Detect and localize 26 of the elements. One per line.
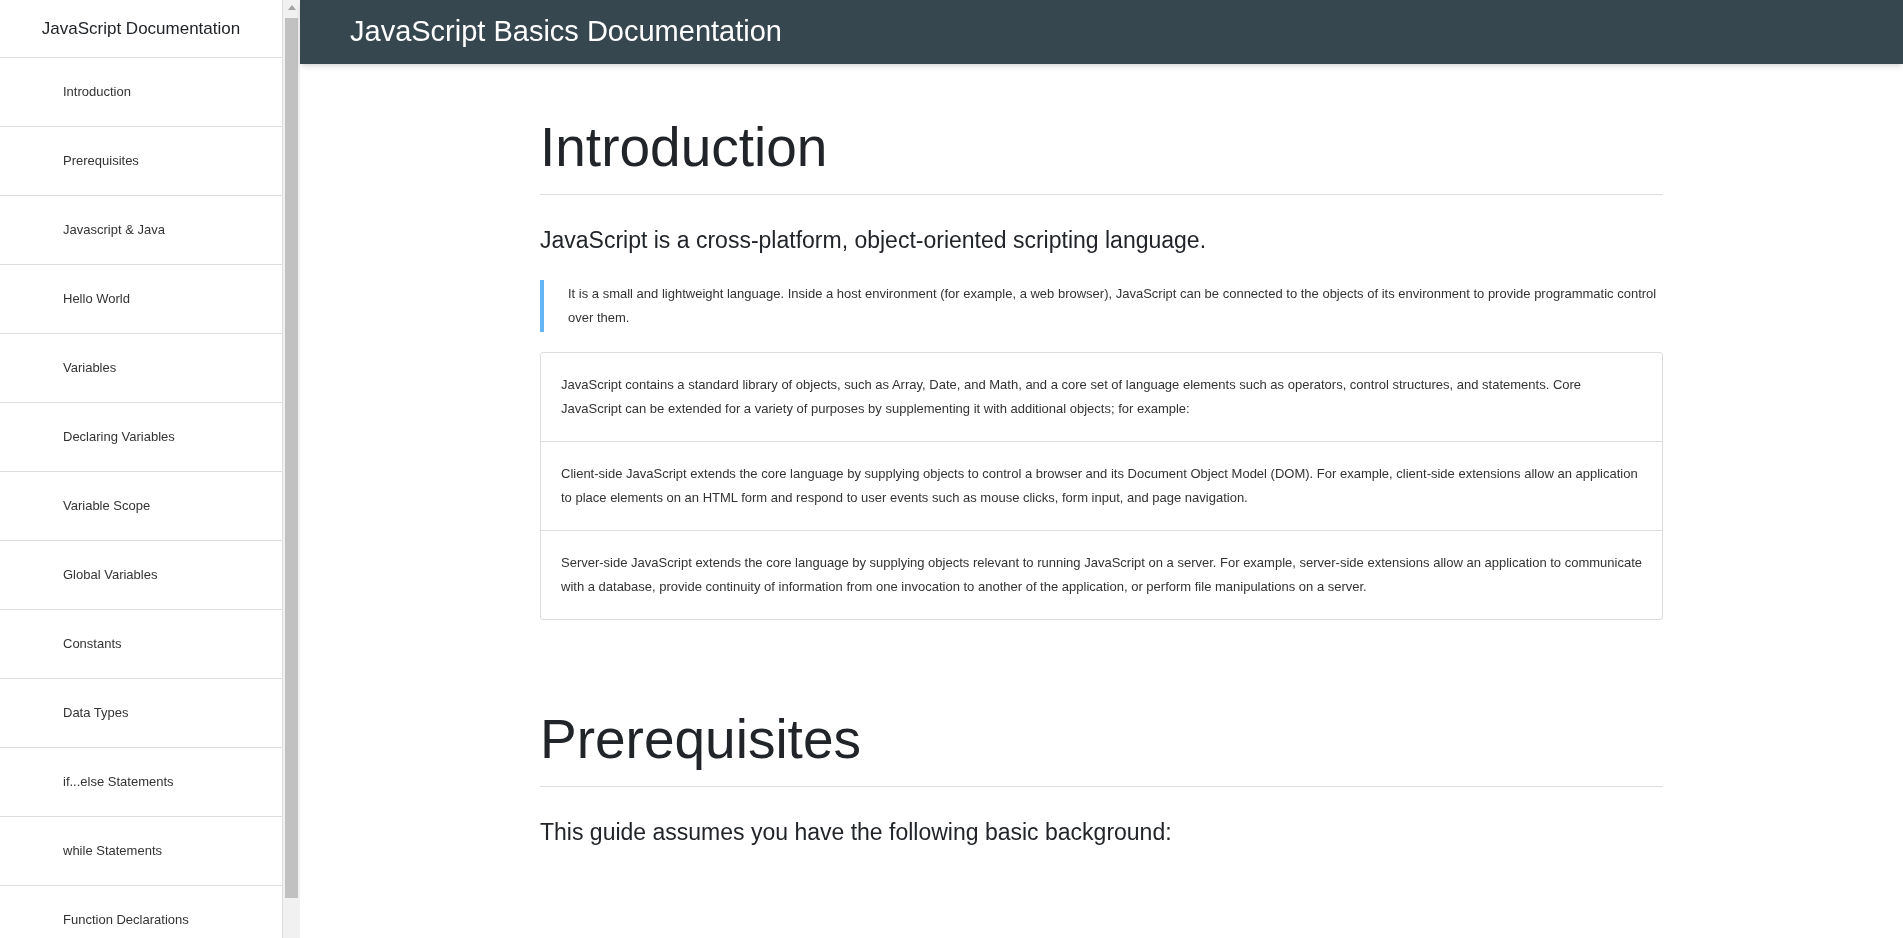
sidebar-link[interactable]: Introduction bbox=[0, 58, 282, 127]
sidebar-link[interactable]: Javascript & Java bbox=[0, 196, 282, 265]
sidebar-link[interactable]: Prerequisites bbox=[0, 127, 282, 196]
sidebar-link[interactable]: Variables bbox=[0, 334, 282, 403]
section-heading: Prerequisites bbox=[540, 706, 862, 772]
page-title: JavaScript Basics Documentation bbox=[350, 14, 782, 50]
lead-text: This guide assumes you have the following basic background: bbox=[540, 817, 1173, 847]
scrollbar-thumb[interactable] bbox=[285, 18, 298, 898]
sidebar-link[interactable]: Declaring Variables bbox=[0, 403, 282, 472]
scrollbar[interactable] bbox=[283, 0, 300, 938]
list-item: JavaScript contains a standard library of objects, such as Array, Date, and Math, and a core set of language elements such as operators, control structures, and statements. Core JavaScript can be extended for a variety of purposes by supplementing it with additional objects; for example: bbox=[560, 375, 1583, 418]
sidebar-link[interactable]: Hello World bbox=[0, 265, 282, 334]
sidebar-link[interactable]: while Statements bbox=[0, 817, 282, 886]
list-item: Client-side JavaScript extends the core language by supplying objects to control a browser and its Document Object Model (DOM). For example, client-side extensions allow an application to place elements on an HTML form and respond to user events such as mouse clicks, form input, and page navigation. bbox=[541, 440, 1662, 530]
section-heading: Introduction bbox=[540, 115, 829, 180]
list-item: Server-side JavaScript extends the core language by supplying objects relevant to running JavaScript on a server. For example, server-side extensions allow an application to communicate with a database, provide continuity of information from one invocation to another of the application, or perform file manipulations on a server. bbox=[541, 529, 1662, 619]
scroll-up-icon[interactable] bbox=[287, 5, 296, 10]
sidebar-link[interactable]: if...else Statements bbox=[0, 748, 282, 817]
blockquote: It is a small and lightweight language. Inside a host environment (for example, a web browser), JavaScript can be connected to the objects of its environment to provide programmatic control over them. bbox=[540, 279, 1663, 332]
sidebar-link[interactable]: Variable Scope bbox=[0, 472, 282, 541]
sidebar-link[interactable]: Constants bbox=[0, 610, 282, 679]
sidebar-link[interactable]: Function Declarations bbox=[0, 886, 282, 938]
lead-text: JavaScript is a cross-platform, object-oriented scripting language. bbox=[540, 226, 1208, 255]
sidebar-link[interactable]: Data Types bbox=[0, 679, 282, 748]
sidebar-link[interactable]: Global Variables bbox=[0, 541, 282, 610]
sidebar-title: JavaScript Documentation bbox=[0, 0, 282, 58]
